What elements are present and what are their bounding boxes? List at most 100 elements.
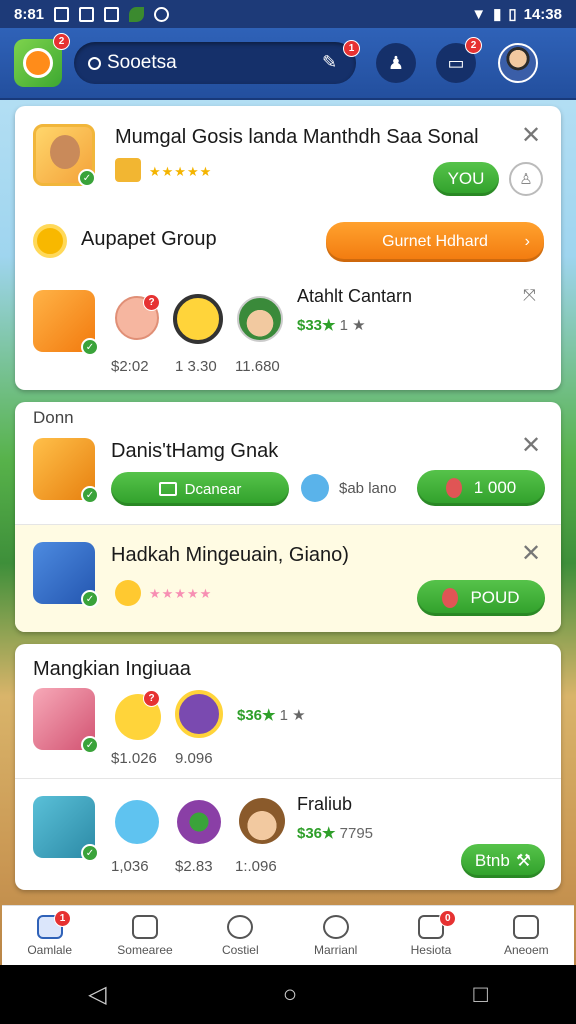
bag-icon (131, 914, 158, 939)
search-icon (227, 914, 254, 939)
cowboy-icon (239, 798, 285, 844)
search-input[interactable]: Sooetsa (107, 52, 177, 74)
nav-item-games[interactable]: Marrianl (288, 906, 383, 965)
card-title: Mumgal Gosis landa Manthdh Saa Sonal (115, 126, 479, 148)
gallery-icon (79, 6, 95, 22)
image-icon (54, 6, 70, 22)
feature-card[interactable]: ✓ Mumgal Gosis landa Manthdh Saa Sonal ✕… (15, 106, 561, 390)
explorer-icon (237, 296, 283, 342)
map-icon (301, 474, 329, 502)
rating2-count: 7795 (339, 825, 374, 842)
gem-orb-icon (177, 800, 221, 844)
item2-rating: $36★ 7795 (297, 824, 373, 842)
stack-icon (513, 914, 540, 939)
battery-icon: ▯ (508, 6, 517, 23)
portrait-thumbnail: ✓ (33, 688, 99, 754)
back-icon[interactable]: ◁ (88, 980, 106, 1009)
rating-value: $36★ (237, 707, 276, 724)
status-clock: 14:38 (523, 5, 562, 23)
character-badge: ? (143, 294, 160, 311)
mic-badge: 1 (343, 40, 360, 57)
card4-title: Mangkian Ingiuaa (33, 658, 191, 680)
home-circle-icon[interactable]: ○ (283, 981, 298, 1009)
mic-icon[interactable]: ✎ (322, 52, 344, 74)
nav-item-shop[interactable]: Somearee (97, 906, 192, 965)
close-icon[interactable]: ✕ (521, 434, 541, 458)
eggplant-coin-icon (175, 690, 223, 738)
rating-value: $33★ (297, 317, 336, 334)
action-label: POUD (470, 588, 520, 607)
rating-stars: ★★★★★ (149, 586, 213, 601)
wifi-icon: ▼ (471, 5, 487, 23)
you-button[interactable]: YOU (433, 162, 499, 196)
bottom-action-button[interactable]: Btnb ⚒ (461, 844, 545, 878)
search-bar[interactable]: Sooetsa ✎ 1 (74, 40, 360, 84)
nav-label: Costiel (221, 942, 259, 957)
item-rating: $33★ 1 ★ (297, 316, 366, 334)
file-icon (104, 6, 120, 22)
face-icon (50, 135, 80, 169)
screen-icon (158, 482, 177, 496)
tag-button[interactable]: Dcanear (111, 472, 289, 506)
price-1: $1.026 (111, 750, 157, 767)
nav-item-search[interactable]: Costiel (193, 906, 288, 965)
user-avatar[interactable] (498, 43, 538, 83)
divider (15, 778, 561, 779)
recents-icon[interactable]: □ (473, 981, 488, 1009)
rating2-value: $36★ (297, 825, 336, 842)
action-button[interactable]: POUD (417, 580, 545, 616)
add-friend-icon[interactable]: ♙ (509, 162, 543, 196)
nav-badge: 0 (439, 910, 457, 927)
close-icon[interactable]: ✕ (521, 542, 541, 566)
profile-thumbnail: ✓ (33, 124, 96, 187)
profile-button[interactable]: ♟ (376, 43, 416, 83)
inbox-icon: ▭ (447, 52, 465, 73)
group-action-button[interactable]: Gurnet Hdhard › (326, 222, 544, 262)
status-time: 8:81 (14, 5, 45, 23)
shuffle-icon[interactable]: ⤧ (523, 288, 536, 304)
buy-button[interactable]: 1 000 (417, 470, 545, 506)
verified-icon: ✓ (78, 169, 96, 187)
leaf-icon (129, 6, 145, 22)
nav-label: Marrianl (313, 942, 358, 957)
nav-label: Oamlale (27, 942, 72, 957)
verified-icon: ✓ (81, 736, 99, 754)
monitor-thumbnail: ✓ (33, 796, 99, 862)
status-bar: 8:81 ▼ ▮ ▯ 14:38 (0, 0, 576, 28)
verified-icon: ✓ (81, 590, 99, 608)
close-icon[interactable]: ✕ (521, 124, 541, 148)
card2-price: $ab lano (339, 480, 397, 497)
nav-item-messages[interactable]: Hesiota 0 (383, 906, 478, 965)
app-logo[interactable]: 2 (14, 33, 70, 87)
scroll-thumbnail: ✓ (33, 290, 99, 356)
coin-box-icon (115, 158, 141, 182)
item-rating: $36★ 1 ★ (237, 706, 306, 724)
nav-label: Somearee (117, 942, 173, 957)
inbox-badge: 2 (465, 37, 482, 54)
gem-icon (445, 478, 462, 498)
rating-count: 1 ★ (279, 707, 306, 724)
system-nav-bar: ◁ ○ □ (0, 965, 576, 1024)
price-2: 1 3.30 (175, 358, 217, 375)
nav-item-settings[interactable]: Aneoem (479, 906, 574, 965)
compass-thumbnail: ✓ (33, 438, 99, 504)
nav-label: Aneoem (503, 942, 549, 957)
nav-item-home[interactable]: Oamlale 1 (2, 906, 97, 965)
verified-icon: ✓ (81, 844, 99, 862)
item2-name: Fraliub (297, 794, 353, 814)
bottom-action-label: Btnb (474, 851, 510, 870)
coin-icon (115, 580, 141, 606)
list-card: Mangkian Ingiuaa ✓ ? $36★ 1 ★ $1.026 9.0… (15, 644, 561, 890)
rating-stars: ★★★★★ (149, 164, 213, 179)
group-button-label: Gurnet Hdhard (382, 233, 488, 250)
emoji-badge: ? (143, 690, 160, 707)
gem-icon (442, 588, 459, 608)
search-icon (88, 56, 101, 70)
logo-badge: 2 (53, 33, 70, 50)
section-card: Donn ✓ Danis'tHamg Gnak ✕ Dcanear $ab la… (15, 402, 561, 632)
inbox-button[interactable]: ▭ 2 (436, 37, 482, 83)
section-label: Donn (33, 408, 74, 427)
price-2: 9.096 (175, 750, 213, 767)
record-icon (154, 6, 170, 22)
tag-label: Dcanear (184, 480, 242, 498)
